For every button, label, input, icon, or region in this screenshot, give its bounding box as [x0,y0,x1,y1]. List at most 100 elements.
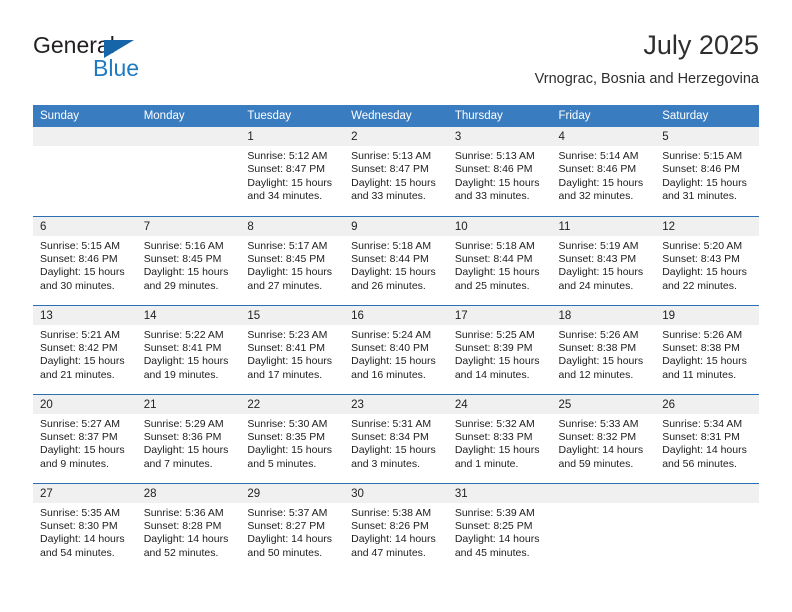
calendar-day-cell[interactable]: 29 Sunrise: 5:37 AM Sunset: 8:27 PM Dayligh… [240,482,345,572]
daylight-duration-line1: Daylight: 14 hours [454,533,540,546]
sunrise-time: Sunrise: 5:33 AM [558,417,639,430]
calendar-day-cell[interactable]: 2 Sunrise: 5:13 AM Sunset: 8:47 PM Daylight… [344,127,448,216]
day-number: 23 [344,394,448,414]
calendar-day-cell[interactable]: 19 Sunrise: 5:26 AM Sunset: 8:38 PM Dayligh… [655,304,759,394]
sunset-time: Sunset: 8:27 PM [247,519,326,532]
day-details: Sunrise: 5:13 AM Sunset: 8:47 PM Daylight:… [344,146,448,204]
daylight-duration-line1: Daylight: 15 hours [454,444,540,457]
calendar-page: General Blue July 2025 Vrnograc, Bosnia … [0,0,792,612]
calendar-day-cell[interactable]: 25 Sunrise: 5:33 AM Sunset: 8:32 PM Dayligh… [551,393,656,483]
day-number: 17 [447,305,552,325]
daylight-duration-line1: Daylight: 14 hours [351,533,436,546]
day-details: Sunrise: 5:22 AM Sunset: 8:41 PM Daylight:… [137,325,241,383]
calendar-day-cell[interactable]: 3 Sunrise: 5:13 AM Sunset: 8:46 PM Daylight… [447,127,552,216]
calendar-day-cell[interactable]: 5 Sunrise: 5:15 AM Sunset: 8:46 PM Daylight… [655,127,759,216]
calendar-day-cell[interactable]: 24 Sunrise: 5:32 AM Sunset: 8:33 PM Dayligh… [447,393,552,483]
calendar-day-cell-empty [551,482,656,572]
sunrise-time: Sunrise: 5:23 AM [247,328,328,341]
daylight-duration-line2: and 3 minutes. [351,457,420,470]
sunset-time: Sunset: 8:46 PM [558,163,637,176]
day-number [33,127,137,146]
calendar-day-cell[interactable]: 26 Sunrise: 5:34 AM Sunset: 8:31 PM Dayligh… [655,393,759,483]
daylight-duration-line1: Daylight: 15 hours [662,266,747,279]
daylight-duration-line1: Daylight: 15 hours [662,176,747,189]
day-number: 6 [33,216,137,236]
daylight-duration-line2: and 12 minutes. [558,368,634,381]
day-number: 29 [240,483,345,503]
sunrise-time: Sunrise: 5:18 AM [454,239,535,252]
daylight-duration-line1: Daylight: 15 hours [558,176,644,189]
logo-text-blue: Blue [93,55,140,81]
sunset-time: Sunset: 8:37 PM [40,430,118,443]
sunset-time: Sunset: 8:39 PM [454,341,533,354]
sunrise-time: Sunrise: 5:30 AM [247,417,328,430]
calendar-day-cell[interactable]: 16 Sunrise: 5:24 AM Sunset: 8:40 PM Dayligh… [344,304,448,394]
calendar-day-cell[interactable]: 6 Sunrise: 5:15 AM Sunset: 8:46 PM Daylight… [33,215,137,305]
day-number: 24 [447,394,552,414]
calendar-day-cell[interactable]: 18 Sunrise: 5:26 AM Sunset: 8:38 PM Dayligh… [551,304,656,394]
calendar-day-cell[interactable]: 20 Sunrise: 5:27 AM Sunset: 8:37 PM Dayligh… [33,393,137,483]
calendar-day-cell[interactable]: 4 Sunrise: 5:14 AM Sunset: 8:46 PM Daylight… [551,127,656,216]
daylight-duration-line1: Daylight: 15 hours [351,176,436,189]
day-number: 10 [447,216,552,236]
day-details: Sunrise: 5:38 AM Sunset: 8:26 PM Daylight:… [344,503,448,561]
daylight-duration-line2: and 50 minutes. [247,546,323,559]
sunrise-time: Sunrise: 5:15 AM [40,239,120,252]
sunrise-time: Sunrise: 5:24 AM [351,328,432,341]
general-blue-logo[interactable]: General Blue [33,32,263,88]
day-number: 21 [136,394,241,414]
day-number: 18 [551,305,656,325]
day-number: 26 [655,394,759,414]
calendar-day-cell[interactable]: 28 Sunrise: 5:36 AM Sunset: 8:28 PM Dayligh… [136,482,241,572]
calendar-day-cell[interactable]: 31 Sunrise: 5:39 AM Sunset: 8:25 PM Dayligh… [447,482,552,572]
daylight-duration-line2: and 25 minutes. [454,279,530,292]
daylight-duration-line2: and 33 minutes. [454,190,530,203]
day-details: Sunrise: 5:23 AM Sunset: 8:41 PM Daylight:… [240,325,344,383]
day-number: 31 [447,483,552,503]
day-number [136,127,241,146]
day-details: Sunrise: 5:34 AM Sunset: 8:31 PM Daylight:… [655,414,759,472]
calendar-day-cell[interactable]: 23 Sunrise: 5:31 AM Sunset: 8:34 PM Dayligh… [344,393,448,483]
day-number: 27 [33,483,137,503]
day-number: 9 [344,216,448,236]
daylight-duration-line2: and 7 minutes. [143,457,213,470]
calendar-day-cell[interactable]: 12 Sunrise: 5:20 AM Sunset: 8:43 PM Dayligh… [655,215,759,305]
day-number: 16 [344,305,448,325]
weekday-header-tuesday: Tuesday [240,105,345,127]
calendar-day-cell[interactable]: 21 Sunrise: 5:29 AM Sunset: 8:36 PM Dayligh… [136,393,241,483]
calendar-day-cell[interactable]: 14 Sunrise: 5:22 AM Sunset: 8:41 PM Dayligh… [136,304,241,394]
daylight-duration-line1: Daylight: 15 hours [40,266,125,279]
daylight-duration-line2: and 33 minutes. [351,190,426,203]
calendar-day-cell[interactable]: 10 Sunrise: 5:18 AM Sunset: 8:44 PM Dayligh… [447,215,552,305]
sunrise-time: Sunrise: 5:22 AM [143,328,224,341]
calendar-day-cell[interactable]: 15 Sunrise: 5:23 AM Sunset: 8:41 PM Dayligh… [240,304,345,394]
sunrise-time: Sunrise: 5:19 AM [558,239,639,252]
calendar-day-cell[interactable]: 27 Sunrise: 5:35 AM Sunset: 8:30 PM Dayligh… [33,482,137,572]
calendar-day-cell[interactable]: 30 Sunrise: 5:38 AM Sunset: 8:26 PM Dayligh… [344,482,448,572]
sunset-time: Sunset: 8:46 PM [662,163,740,176]
page-header: General Blue July 2025 Vrnograc, Bosnia … [33,28,759,100]
day-details: Sunrise: 5:15 AM Sunset: 8:46 PM Daylight:… [33,236,137,294]
daylight-duration-line1: Daylight: 15 hours [558,266,644,279]
daylight-duration-line2: and 17 minutes. [247,368,323,381]
calendar-day-cell[interactable]: 9 Sunrise: 5:18 AM Sunset: 8:44 PM Daylight… [344,215,448,305]
daylight-duration-line2: and 26 minutes. [351,279,426,292]
calendar-day-cell[interactable]: 1 Sunrise: 5:12 AM Sunset: 8:47 PM Daylight… [240,127,345,216]
calendar-day-cell[interactable]: 8 Sunrise: 5:17 AM Sunset: 8:45 PM Daylight… [240,215,345,305]
calendar-day-cell[interactable]: 13 Sunrise: 5:21 AM Sunset: 8:42 PM Dayligh… [33,304,137,394]
day-number: 7 [136,216,241,236]
day-details: Sunrise: 5:17 AM Sunset: 8:45 PM Daylight:… [240,236,344,294]
sunrise-time: Sunrise: 5:12 AM [247,150,328,162]
sunrise-time: Sunrise: 5:35 AM [40,506,120,519]
sunrise-time: Sunrise: 5:20 AM [662,239,743,252]
page-title: July 2025 [643,30,759,60]
daylight-duration-line2: and 32 minutes. [558,190,634,203]
calendar-day-cell[interactable]: 7 Sunrise: 5:16 AM Sunset: 8:45 PM Daylight… [136,215,241,305]
sunset-time: Sunset: 8:47 PM [351,163,429,176]
calendar-day-cell[interactable]: 22 Sunrise: 5:30 AM Sunset: 8:35 PM Dayligh… [240,393,345,483]
calendar-day-cell[interactable]: 11 Sunrise: 5:19 AM Sunset: 8:43 PM Dayligh… [551,215,656,305]
sunrise-time: Sunrise: 5:34 AM [662,417,743,430]
daylight-duration-line2: and 9 minutes. [40,457,109,470]
daylight-duration-line1: Daylight: 15 hours [143,266,229,279]
calendar-day-cell[interactable]: 17 Sunrise: 5:25 AM Sunset: 8:39 PM Dayligh… [447,304,552,394]
